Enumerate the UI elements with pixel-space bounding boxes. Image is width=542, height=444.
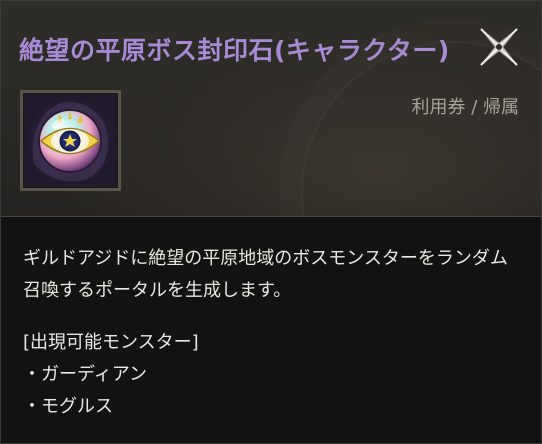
tooltip-header: 絶望の平原ボス封印石(キャラクター) 利用券 / 帰属 — [1, 1, 541, 345]
tooltip-body: ギルドアジドに絶望の平原地域のボスモンスターをランダム召喚するポータルを生成しま… — [1, 217, 541, 443]
close-button[interactable] — [477, 25, 521, 69]
monster-list: [出現可能モンスター] ・ガーディアン ・モグルス — [23, 327, 199, 423]
item-tags: 利用券 / 帰属 — [411, 97, 519, 118]
item-icon-frame[interactable] — [20, 90, 121, 191]
sealed-eye-orb-icon — [32, 102, 109, 182]
monster-list-item: ・ガーディアン — [23, 364, 148, 385]
item-description: ギルドアジドに絶望の平原地域のボスモンスターをランダム召喚するポータルを生成しま… — [23, 248, 508, 301]
item-title: 絶望の平原ボス封印石(キャラクター) — [19, 36, 450, 65]
item-tooltip: 絶望の平原ボス封印石(キャラクター) 利用券 / 帰属 ギルドアジドに絶望の平原… — [0, 0, 542, 444]
monster-list-header: [出現可能モンスター] — [23, 332, 199, 353]
close-icon — [480, 28, 518, 66]
monster-list-item: ・モグルス — [23, 396, 113, 417]
